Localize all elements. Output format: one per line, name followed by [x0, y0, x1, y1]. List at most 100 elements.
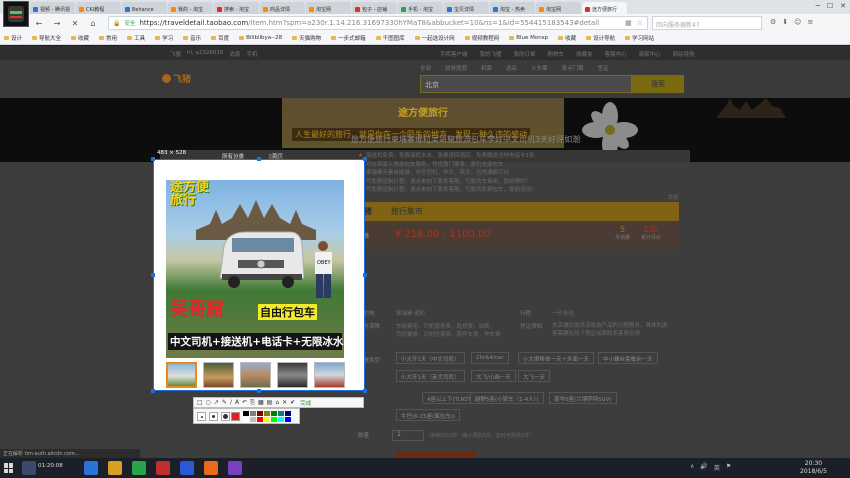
- extensions-icon[interactable]: ⚙: [770, 18, 776, 26]
- color-swatch[interactable]: [250, 411, 256, 416]
- app-icon[interactable]: [228, 461, 242, 475]
- bookmark-item[interactable]: 视频教程网: [464, 34, 499, 42]
- resize-handle[interactable]: [151, 157, 155, 161]
- tray-icon[interactable]: 英: [714, 463, 720, 472]
- resize-handle[interactable]: [257, 157, 261, 161]
- browser-tab[interactable]: 淘宝网: [306, 2, 351, 14]
- brush-size-large[interactable]: [221, 412, 230, 421]
- browser-tab[interactable]: 手机 - 淘宝: [398, 2, 443, 14]
- bookmark-item[interactable]: 收藏: [71, 34, 89, 42]
- folder-icon[interactable]: [108, 461, 122, 475]
- color-swatch[interactable]: [257, 411, 263, 416]
- site-search-button[interactable]: 搜索: [632, 75, 684, 93]
- annotation-tool-icon[interactable]: ✔: [290, 399, 295, 406]
- annotation-tool-icon[interactable]: □: [197, 399, 203, 406]
- top-link[interactable]: 手机: [246, 50, 257, 58]
- current-color[interactable]: [231, 412, 240, 421]
- top-link[interactable]: hi, a2328016: [187, 50, 223, 58]
- home-icon[interactable]: ⌂: [88, 19, 98, 28]
- package-option[interactable]: 越野5座(小轿车（1-4人）): [470, 392, 544, 404]
- minimize-icon[interactable]: ─: [816, 2, 820, 10]
- browser-tab[interactable]: 商品详情: [260, 2, 305, 14]
- forward-icon[interactable]: →: [52, 19, 62, 28]
- clock[interactable]: 20:30 2018/6/5: [800, 460, 827, 476]
- bookmark-item[interactable]: 收藏: [558, 34, 576, 42]
- annotation-tool-icon[interactable]: ▦: [258, 399, 264, 406]
- tray-icon[interactable]: ∧: [690, 463, 694, 472]
- package-option[interactable]: 牛巴(6-15座(面包车)): [396, 409, 461, 421]
- search-tab[interactable]: 火车票: [531, 64, 548, 72]
- resize-handle[interactable]: [363, 389, 367, 393]
- bookmark-item[interactable]: Billbilbya--28: [239, 35, 282, 41]
- stop-icon[interactable]: ✕: [70, 19, 80, 28]
- thumbnail[interactable]: [314, 362, 345, 388]
- tray-icon[interactable]: 🔊: [700, 463, 707, 472]
- bookmark-item[interactable]: 一步式邮箱: [331, 34, 366, 42]
- quantity-stepper[interactable]: 1: [392, 430, 424, 441]
- address-bar[interactable]: 🔒 安全 https://traveldetail.taobao.com/ite…: [108, 16, 648, 30]
- color-swatch[interactable]: [264, 417, 270, 422]
- color-swatch[interactable]: [278, 417, 284, 422]
- bookmark-item[interactable]: 学习网站: [625, 34, 654, 42]
- brush-size-medium[interactable]: [209, 412, 218, 421]
- bookmark-item[interactable]: 天猫购物: [292, 34, 321, 42]
- package-option[interactable]: 2hr&4/car: [471, 352, 509, 364]
- windows-start-icon[interactable]: [4, 463, 14, 473]
- star-icon[interactable]: ☆: [637, 19, 643, 27]
- bookmark-item[interactable]: 常用: [99, 34, 117, 42]
- browser-tab[interactable]: 淘宝 - 热卖: [490, 2, 535, 14]
- browser-tab[interactable]: CKI教程: [76, 2, 121, 14]
- qq-icon[interactable]: [84, 461, 98, 475]
- top-link[interactable]: 网站导航: [673, 50, 695, 58]
- bookmark-item[interactable]: 设计: [4, 34, 22, 42]
- search-tab[interactable]: 旅游度假: [445, 64, 467, 72]
- annotation-tool-icon[interactable]: ✎: [222, 399, 227, 406]
- resize-handle[interactable]: [151, 273, 155, 277]
- report-link[interactable]: 举报: [668, 194, 678, 201]
- menu-icon[interactable]: ≡: [807, 18, 813, 26]
- annotation-tool-icon[interactable]: A: [235, 399, 239, 406]
- browser-tab[interactable]: 视频 - 腾讯视: [30, 2, 75, 14]
- browser-tab[interactable]: 途方便旅行: [582, 2, 627, 14]
- search-tab[interactable]: 景点门票: [562, 64, 584, 72]
- bookmark-item[interactable]: Blue Monsp: [509, 35, 548, 41]
- chrome-icon[interactable]: [132, 461, 146, 475]
- bookmark-item[interactable]: 设计导航: [586, 34, 615, 42]
- thumbnail[interactable]: [240, 362, 271, 388]
- thumbnail[interactable]: [166, 362, 197, 388]
- recorder-icon[interactable]: [22, 461, 36, 475]
- top-link[interactable]: 我的飞猪: [480, 50, 502, 58]
- back-icon[interactable]: ←: [34, 19, 44, 28]
- bookmark-item[interactable]: 工具: [127, 34, 145, 42]
- browser-tab[interactable]: 淘宝网: [536, 2, 581, 14]
- bookmark-item[interactable]: 音乐: [183, 34, 201, 42]
- qr-icon[interactable]: ▦: [625, 19, 632, 27]
- maximize-icon[interactable]: ☐: [827, 2, 833, 10]
- search-tab[interactable]: 机票: [481, 64, 492, 72]
- color-swatch[interactable]: [278, 411, 284, 416]
- bookmark-item[interactable]: 千图图库: [375, 34, 405, 42]
- color-swatch[interactable]: [285, 417, 291, 422]
- user-icon[interactable]: ☺: [794, 18, 801, 26]
- browser-search-input[interactable]: 回向服务器新47: [652, 16, 762, 30]
- top-link[interactable]: 手机客户端: [440, 50, 468, 58]
- color-swatch[interactable]: [264, 411, 270, 416]
- bookmark-item[interactable]: 学习: [155, 34, 173, 42]
- browser-tab[interactable]: 包子 - 店铺: [352, 2, 397, 14]
- site-search-input[interactable]: 北京: [420, 75, 632, 93]
- close-icon[interactable]: ✕: [840, 2, 846, 10]
- color-swatch[interactable]: [271, 417, 277, 422]
- book-now-button[interactable]: [396, 451, 476, 458]
- brush-size-small[interactable]: [197, 412, 206, 421]
- resize-handle[interactable]: [257, 389, 261, 393]
- review-count[interactable]: 130 累计评价: [641, 225, 661, 241]
- illustrator-icon[interactable]: [204, 461, 218, 475]
- color-swatch[interactable]: [243, 417, 249, 422]
- site-logo[interactable]: 飞猪: [162, 72, 191, 85]
- package-option[interactable]: 中小螺丝套餐余一天: [598, 352, 658, 364]
- annotation-tool-icon[interactable]: ∕: [230, 399, 232, 406]
- top-link[interactable]: 客服中心: [605, 50, 627, 58]
- package-option[interactable]: 豪华5座(兰博萨特SUV): [549, 392, 617, 404]
- annotation-tool-icon[interactable]: ○: [206, 399, 211, 406]
- package-option[interactable]: 小大开1天（中文司机）: [396, 352, 465, 364]
